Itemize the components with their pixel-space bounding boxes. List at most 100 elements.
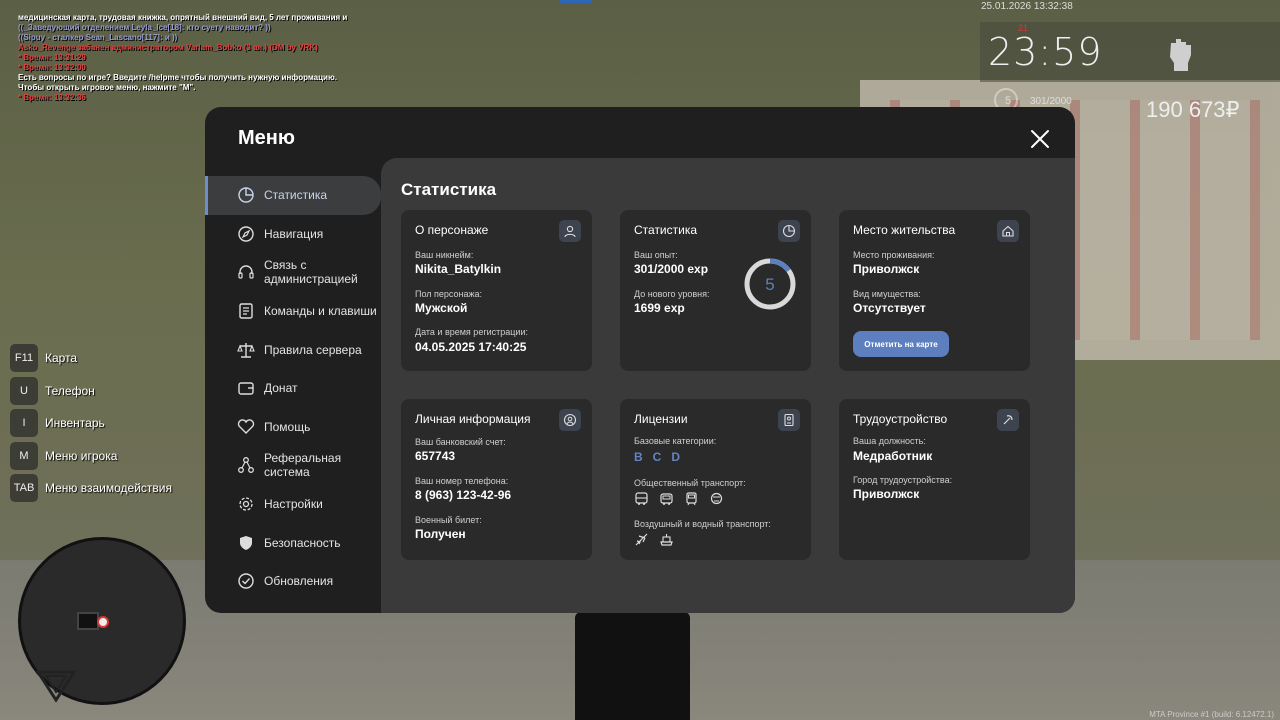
card-title: О персонаже [415, 223, 489, 237]
sidebar-item-updates[interactable]: Обновления [205, 562, 381, 601]
hint-label: Инвентарь [45, 416, 105, 431]
ship-icon [660, 534, 673, 546]
close-icon[interactable] [1028, 127, 1052, 151]
chat-line: медицинская карта, трудовая книжка, опря… [18, 13, 348, 22]
hud-money: 190 673₽ [1146, 97, 1240, 122]
compass-icon [238, 226, 254, 242]
card-personal-info: Личная информация Ваш банковский счет: 6… [401, 399, 592, 560]
chat-line: * Время: 13:31:29 [18, 53, 86, 62]
phone-value: 8 (963) 123-42-96 [415, 488, 512, 502]
license-category: C [652, 450, 662, 464]
check-circle-icon [238, 573, 254, 589]
level-value: 5 [765, 275, 774, 294]
id-card-icon [778, 409, 800, 431]
field-label: Ваш номер телефона: [415, 476, 509, 486]
exp-value: 301/2000 exp [634, 262, 709, 276]
sidebar-item-security[interactable]: Безопасность [205, 523, 381, 562]
field-label: До нового уровня: [634, 289, 710, 299]
sidebar-item-contact-admin[interactable]: Связь с администрацией [205, 253, 381, 292]
level-progress-ring: 5 [744, 258, 796, 310]
hud-date: 25.01.2026 13:32:38 [981, 1, 1073, 12]
trolleybus-icon [710, 492, 723, 505]
menu-title: Меню [238, 127, 295, 149]
document-icon [239, 303, 253, 319]
hint-label: Меню взаимодействия [45, 481, 172, 496]
hint-key: M [10, 441, 38, 470]
gender-value: Мужской [415, 301, 468, 315]
shield-icon [240, 535, 252, 550]
pie-chart-icon [778, 220, 800, 242]
hint-player-menu: M Меню игрока [10, 441, 172, 470]
home-icon [997, 220, 1019, 242]
sidebar-item-statistics[interactable]: Статистика [205, 176, 381, 215]
field-label: Ваш никнейм: [415, 250, 474, 260]
version-label: MTA Province #1 (build: 6.12472.1) [1149, 710, 1274, 719]
sidebar-item-label: Помощь [264, 419, 311, 434]
hud-level: 5 [1005, 95, 1012, 107]
sidebar-item-navigation[interactable]: Навигация [205, 215, 381, 254]
field-label: Воздушный и водный транспорт: [634, 519, 771, 529]
hint-key: I [10, 409, 38, 438]
card-residence: Место жительства Место проживания: Приво… [839, 210, 1030, 371]
sidebar-item-settings[interactable]: Настройки [205, 485, 381, 524]
chat-line: Чтобы открыть игровое меню, нажмите "M". [18, 83, 196, 92]
field-label: Вид имущества: [853, 289, 921, 299]
bank-value: 657743 [415, 449, 456, 463]
sidebar-item-help[interactable]: Помощь [205, 408, 381, 447]
field-label: Пол персонажа: [415, 289, 483, 299]
chat-line: ((_Заведующий отделением Leyla_Ice[18]: … [18, 23, 271, 32]
sidebar-item-rules[interactable]: Правила сервера [205, 330, 381, 369]
card-employment: Трудоустройство Ваша должность: Медработ… [839, 399, 1030, 560]
plane-icon [635, 533, 648, 546]
field-label: Место проживания: [853, 250, 935, 260]
field-label: Дата и время регистрации: [415, 327, 528, 337]
sidebar-item-label: Команды и клавиши [264, 304, 377, 319]
chat-log: медицинская карта, трудовая книжка, опря… [18, 13, 348, 103]
license-category: D [671, 450, 681, 464]
sidebar-item-referral[interactable]: Реферальная система [205, 446, 381, 485]
north-arrow-icon [36, 670, 76, 703]
tram-icon [686, 492, 697, 506]
headset-icon [238, 265, 254, 280]
fist-icon [1170, 39, 1191, 71]
hud-exp: 301/2000 [1030, 96, 1072, 107]
field-label: Город трудоустройства: [853, 475, 953, 485]
hint-phone: U Телефон [10, 376, 172, 405]
hint-interaction-menu: TAB Меню взаимодействия [10, 474, 172, 503]
hud-clock: 23:59 [988, 30, 1103, 74]
gear-icon [239, 497, 253, 511]
field-label: Общественный транспорт: [634, 478, 746, 488]
next-level-value: 1699 exp [634, 301, 685, 315]
hint-inventory: I Инвентарь [10, 409, 172, 438]
card-title: Место жительства [853, 223, 956, 237]
military-value: Получен [415, 527, 466, 541]
hint-map: F11 Карта [10, 344, 172, 372]
chat-line: Asko_Revenge забанен администратором Var… [18, 43, 318, 52]
card-title: Статистика [634, 223, 698, 237]
hint-label: Меню игрока [45, 448, 118, 463]
pickaxe-icon [997, 409, 1019, 431]
sidebar-item-label: Реферальная система [264, 451, 342, 480]
card-character: О персонаже Ваш никнейм: Nikita_Batylkin… [401, 210, 592, 371]
content-panel: Статистика О персонаже Ваш никнейм: Niki… [381, 158, 1075, 613]
license-category: B [634, 450, 643, 464]
user-circle-icon [559, 409, 581, 431]
chat-line: * Время: 13:32:36 [18, 93, 86, 102]
sidebar-item-label: Безопасность [264, 535, 341, 550]
sidebar-item-commands[interactable]: Команды и клавиши [205, 292, 381, 331]
sidebar-item-label: Навигация [264, 226, 324, 241]
chat-line: Есть вопросы по игре? Введите /helpme чт… [18, 73, 338, 82]
card-statistics: Статистика Ваш опыт: 301/2000 exp До нов… [620, 210, 811, 371]
pie-chart-icon [238, 187, 254, 203]
minibus-icon [660, 493, 673, 505]
field-label: Ваш банковский счет: [415, 437, 506, 447]
sidebar-item-donate[interactable]: Донат [205, 369, 381, 408]
card-licenses: Лицензии Базовые категории: B C D Общест… [620, 399, 811, 560]
public-transport-icons [634, 491, 724, 506]
minimap-building-icon [77, 612, 99, 630]
background-top-marker [560, 0, 592, 3]
user-icon [559, 220, 581, 242]
sidebar-item-label: Настройки [264, 497, 323, 512]
scales-icon [237, 342, 255, 358]
mark-on-map-button[interactable]: Отметить на карте [853, 331, 949, 357]
